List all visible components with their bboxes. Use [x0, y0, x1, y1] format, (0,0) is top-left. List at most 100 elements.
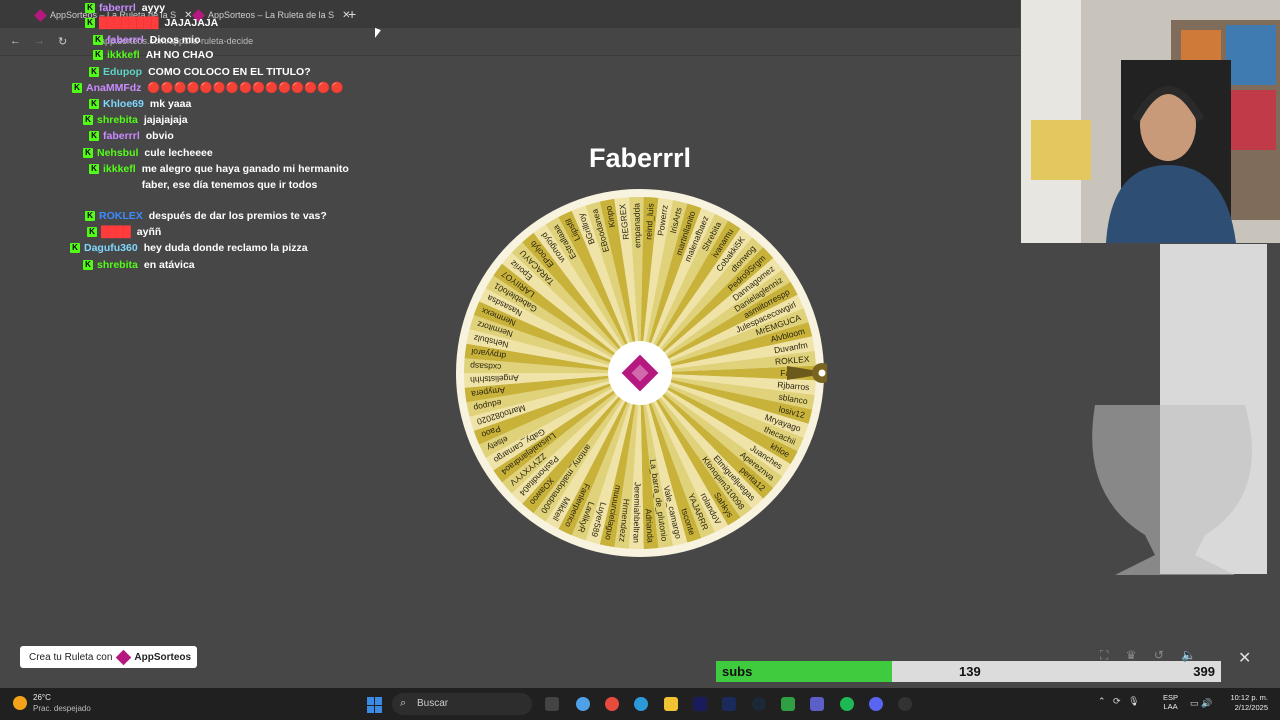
- chat-message: Kikkkefl AH NO CHAO: [93, 47, 213, 63]
- promo-text: Crea tu Ruleta con: [29, 651, 113, 663]
- chat-text: después de dar los premios te vas?: [148, 210, 327, 222]
- chat-text: me alegro que haya ganado mi hermanito f…: [141, 163, 349, 191]
- teams-icon[interactable]: [810, 697, 824, 711]
- chat-text: mk yaaa: [149, 98, 192, 110]
- chat-username[interactable]: shrebita: [97, 257, 138, 273]
- forward-icon[interactable]: →: [34, 35, 45, 47]
- premiere-icon[interactable]: [693, 697, 707, 711]
- chat-username[interactable]: Dagufu360: [84, 240, 138, 256]
- chat-username[interactable]: faberrrl: [103, 128, 140, 144]
- chat-text: AH NO CHAO: [145, 49, 214, 61]
- promo-brand: AppSorteos: [134, 651, 192, 663]
- chat-text: ayyy: [141, 2, 166, 14]
- chat-username[interactable]: faberrrl: [99, 0, 136, 16]
- chat-username[interactable]: Edupop: [103, 64, 142, 80]
- weather-sun-icon[interactable]: [13, 696, 27, 710]
- chat-text: en atávica: [143, 259, 195, 271]
- chat-username[interactable]: ████████: [99, 15, 159, 31]
- new-tab-button[interactable]: +: [348, 6, 356, 22]
- chat-username[interactable]: ikkkefl: [107, 47, 140, 63]
- trophy-icon[interactable]: ♛: [1126, 648, 1137, 662]
- chat-text: cule lecheeee: [144, 147, 213, 159]
- kick-badge-icon: K: [89, 67, 99, 77]
- obs-icon[interactable]: [898, 697, 912, 711]
- volume-icon[interactable]: 🔈: [1181, 648, 1196, 662]
- clock-date: 2/12/2025: [1234, 703, 1268, 712]
- player-controls: ⛶ ♛ ↺ 🔈: [1100, 648, 1196, 663]
- mouse-cursor-icon: [375, 27, 381, 41]
- webcam-feed: [1021, 0, 1280, 243]
- steam-icon[interactable]: [752, 697, 766, 711]
- kick-badge-icon: K: [93, 50, 103, 60]
- close-icon[interactable]: ✕: [1238, 648, 1251, 668]
- chat-username[interactable]: ████: [101, 224, 131, 240]
- spotify-icon[interactable]: [840, 697, 854, 711]
- chat-text: ayññ: [136, 226, 162, 238]
- layout-code: LAA: [1163, 702, 1178, 711]
- audition-icon[interactable]: [722, 697, 736, 711]
- chat-username[interactable]: ikkkefl: [103, 161, 136, 177]
- kick-badge-icon: K: [93, 35, 103, 45]
- subs-goal: 399: [1193, 664, 1215, 679]
- chat-text: JAJAJAJA: [164, 17, 219, 29]
- kick-badge-icon: K: [83, 260, 93, 270]
- fullscreen-icon[interactable]: ⛶: [1100, 648, 1108, 662]
- taskbar-search[interactable]: ⌕ Buscar: [392, 693, 532, 715]
- chat-message: K ROKLEX después de dar los premios te vas…: [85, 208, 327, 224]
- file-explorer-icon[interactable]: [664, 697, 678, 711]
- chat-username[interactable]: Khloe69: [103, 96, 144, 112]
- app-icon[interactable]: [781, 697, 795, 711]
- chat-text: hey duda donde reclamo la pizza: [143, 242, 308, 254]
- reload-icon[interactable]: ↻: [58, 35, 67, 48]
- language-indicator[interactable]: ESP LAA: [1163, 693, 1178, 711]
- search-placeholder: Buscar: [417, 698, 449, 709]
- network-icon[interactable]: ▭ 🔊: [1190, 698, 1212, 709]
- chat-message: Kfaberrrl Dioos mio: [93, 32, 201, 48]
- weather-temp: 26°C: [33, 693, 51, 702]
- goblet-image: [1092, 405, 1252, 575]
- back-icon[interactable]: ←: [10, 35, 21, 47]
- kick-badge-icon: K: [72, 83, 82, 93]
- kick-badge-icon: K: [85, 3, 95, 13]
- chat-message: K Edupop COMO COLOCO EN EL TITULO?: [89, 64, 311, 80]
- windows-taskbar: 26°C Prac. despejado ⌕ Buscar ⌃ ⟳ 🎙 ESP …: [0, 688, 1280, 720]
- chat-username[interactable]: shrebita: [97, 112, 138, 128]
- chat-username[interactable]: Nehsbul: [97, 145, 138, 161]
- chat-message: K Khloe69 mk yaaa: [89, 96, 191, 112]
- edge-icon[interactable]: [634, 697, 648, 711]
- chat-username[interactable]: AnaMMFdz: [86, 80, 141, 96]
- wheel-slice-label: cxdsasp: [470, 361, 502, 372]
- create-wheel-button[interactable]: Crea tu Ruleta con AppSorteos: [20, 646, 197, 668]
- discord-icon[interactable]: [869, 697, 883, 711]
- wheel-slice-label: empanadda: [631, 203, 642, 248]
- chat-message: Kshrebita jajajajaja: [83, 112, 188, 128]
- subs-count: 139: [959, 664, 981, 679]
- chat-text: Dioos mio: [149, 34, 201, 46]
- reset-icon[interactable]: ↺: [1154, 648, 1164, 662]
- kick-badge-icon: K: [87, 227, 97, 237]
- chat-username[interactable]: faberrrl: [107, 32, 144, 48]
- lang-code: ESP: [1163, 693, 1179, 702]
- system-tray[interactable]: ⌃ ⟳ 🎙: [1098, 696, 1140, 707]
- chat-message: Kikkkefl me alegro que haya ganado mi her…: [89, 161, 357, 193]
- task-view-icon[interactable]: [545, 697, 559, 711]
- chat-message: K Dagufu360 hey duda donde reclamo la pizz…: [70, 240, 308, 256]
- wheel-slice-label: Angelistshhh: [470, 373, 519, 385]
- chrome-icon[interactable]: [605, 697, 619, 711]
- chat-message: K ████ ayññ: [87, 224, 161, 240]
- chat-message: Kfaberrrl ayyy: [85, 0, 165, 16]
- subs-label: subs: [722, 664, 753, 679]
- start-button[interactable]: [367, 697, 383, 713]
- copilot-icon[interactable]: [576, 697, 590, 711]
- chat-username[interactable]: ROKLEX: [99, 208, 143, 224]
- kick-badge-icon: K: [83, 115, 93, 125]
- chat-message: K ████████ JAJAJAJA: [85, 15, 218, 31]
- search-icon: ⌕: [400, 697, 407, 709]
- kick-badge-icon: K: [85, 18, 95, 28]
- kick-badge-icon: K: [83, 148, 93, 158]
- prize-wheel[interactable]: FaberrrlRjbarrossblancolosiv12Mryayagoth…: [455, 188, 827, 560]
- clock[interactable]: 10:12 p. m. 2/12/2025: [1224, 693, 1268, 713]
- kick-badge-icon: K: [70, 243, 80, 253]
- kick-badge-icon: K: [85, 211, 95, 221]
- chat-text: jajajajaja: [143, 114, 188, 126]
